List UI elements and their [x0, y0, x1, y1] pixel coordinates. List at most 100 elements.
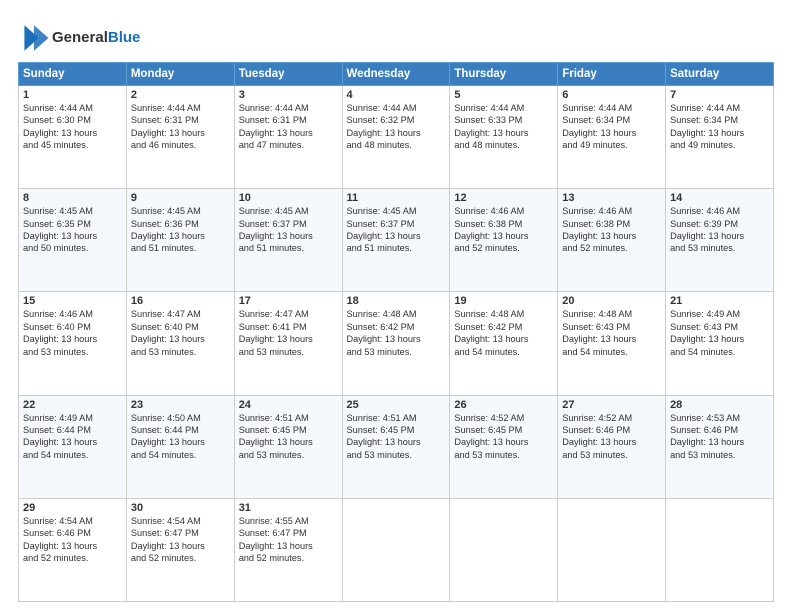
logo-text: GeneralBlue — [52, 30, 140, 47]
calendar-cell: 30Sunrise: 4:54 AMSunset: 6:47 PMDayligh… — [126, 498, 234, 601]
cell-info-line: Sunrise: 4:48 AM — [347, 308, 446, 320]
cell-info-line: and 53 minutes. — [239, 346, 338, 358]
day-number: 12 — [454, 192, 553, 204]
day-number: 24 — [239, 399, 338, 411]
calendar-cell: 8Sunrise: 4:45 AMSunset: 6:35 PMDaylight… — [19, 189, 127, 292]
column-header-sunday: Sunday — [19, 63, 127, 86]
calendar-cell: 21Sunrise: 4:49 AMSunset: 6:43 PMDayligh… — [666, 292, 774, 395]
cell-info-line: Daylight: 13 hours — [131, 540, 230, 552]
cell-info-line: Daylight: 13 hours — [454, 333, 553, 345]
cell-info-line: Sunrise: 4:49 AM — [670, 308, 769, 320]
cell-info-line: Sunset: 6:47 PM — [239, 527, 338, 539]
column-header-wednesday: Wednesday — [342, 63, 450, 86]
cell-info-line: and 53 minutes. — [347, 449, 446, 461]
page: GeneralBlue SundayMondayTuesdayWednesday… — [0, 0, 792, 612]
day-number: 26 — [454, 399, 553, 411]
calendar-cell: 4Sunrise: 4:44 AMSunset: 6:32 PMDaylight… — [342, 86, 450, 189]
cell-info-line: and 54 minutes. — [670, 346, 769, 358]
cell-info-line: Sunset: 6:45 PM — [347, 424, 446, 436]
day-number: 3 — [239, 89, 338, 101]
calendar-cell: 22Sunrise: 4:49 AMSunset: 6:44 PMDayligh… — [19, 395, 127, 498]
cell-info-line: and 54 minutes. — [562, 346, 661, 358]
cell-info-line: Daylight: 13 hours — [23, 436, 122, 448]
cell-info-line: Sunset: 6:37 PM — [239, 218, 338, 230]
header: GeneralBlue — [18, 18, 774, 54]
day-number: 17 — [239, 295, 338, 307]
cell-info-line: Sunrise: 4:46 AM — [670, 205, 769, 217]
cell-info-line: Daylight: 13 hours — [347, 127, 446, 139]
cell-info-line: and 52 minutes. — [454, 242, 553, 254]
cell-info-line: Sunset: 6:31 PM — [131, 114, 230, 126]
cell-info-line: Sunrise: 4:46 AM — [454, 205, 553, 217]
cell-info-line: Daylight: 13 hours — [347, 230, 446, 242]
cell-info-line: and 48 minutes. — [347, 139, 446, 151]
cell-info-line: and 45 minutes. — [23, 139, 122, 151]
cell-info-line: Sunrise: 4:52 AM — [562, 412, 661, 424]
calendar-cell: 28Sunrise: 4:53 AMSunset: 6:46 PMDayligh… — [666, 395, 774, 498]
cell-info-line: Sunrise: 4:53 AM — [670, 412, 769, 424]
cell-info-line: Daylight: 13 hours — [131, 230, 230, 242]
calendar-week-4: 22Sunrise: 4:49 AMSunset: 6:44 PMDayligh… — [19, 395, 774, 498]
calendar-cell: 19Sunrise: 4:48 AMSunset: 6:42 PMDayligh… — [450, 292, 558, 395]
calendar-cell: 25Sunrise: 4:51 AMSunset: 6:45 PMDayligh… — [342, 395, 450, 498]
day-number: 21 — [670, 295, 769, 307]
cell-info-line: Sunrise: 4:52 AM — [454, 412, 553, 424]
day-number: 18 — [347, 295, 446, 307]
cell-info-line: and 52 minutes. — [131, 552, 230, 564]
calendar-cell: 18Sunrise: 4:48 AMSunset: 6:42 PMDayligh… — [342, 292, 450, 395]
day-number: 16 — [131, 295, 230, 307]
cell-info-line: and 53 minutes. — [670, 242, 769, 254]
day-number: 9 — [131, 192, 230, 204]
cell-info-line: Sunrise: 4:44 AM — [239, 102, 338, 114]
cell-info-line: and 51 minutes. — [131, 242, 230, 254]
cell-info-line: Sunset: 6:31 PM — [239, 114, 338, 126]
logo-icon — [18, 22, 50, 54]
cell-info-line: Sunrise: 4:46 AM — [562, 205, 661, 217]
cell-info-line: Sunrise: 4:54 AM — [23, 515, 122, 527]
cell-info-line: Sunrise: 4:44 AM — [670, 102, 769, 114]
day-number: 31 — [239, 502, 338, 514]
calendar-cell: 1Sunrise: 4:44 AMSunset: 6:30 PMDaylight… — [19, 86, 127, 189]
day-number: 28 — [670, 399, 769, 411]
cell-info-line: and 54 minutes. — [454, 346, 553, 358]
cell-info-line: Sunset: 6:33 PM — [454, 114, 553, 126]
cell-info-line: and 52 minutes. — [239, 552, 338, 564]
cell-info-line: Sunset: 6:43 PM — [562, 321, 661, 333]
cell-info-line: Sunrise: 4:45 AM — [239, 205, 338, 217]
cell-info-line: and 50 minutes. — [23, 242, 122, 254]
cell-info-line: and 48 minutes. — [454, 139, 553, 151]
calendar-cell: 10Sunrise: 4:45 AMSunset: 6:37 PMDayligh… — [234, 189, 342, 292]
day-number: 30 — [131, 502, 230, 514]
calendar-cell: 5Sunrise: 4:44 AMSunset: 6:33 PMDaylight… — [450, 86, 558, 189]
cell-info-line: and 49 minutes. — [670, 139, 769, 151]
calendar-week-1: 1Sunrise: 4:44 AMSunset: 6:30 PMDaylight… — [19, 86, 774, 189]
cell-info-line: Daylight: 13 hours — [239, 230, 338, 242]
column-header-saturday: Saturday — [666, 63, 774, 86]
cell-info-line: Sunset: 6:41 PM — [239, 321, 338, 333]
day-number: 2 — [131, 89, 230, 101]
cell-info-line: Daylight: 13 hours — [670, 436, 769, 448]
day-number: 29 — [23, 502, 122, 514]
calendar-cell: 6Sunrise: 4:44 AMSunset: 6:34 PMDaylight… — [558, 86, 666, 189]
calendar-cell: 9Sunrise: 4:45 AMSunset: 6:36 PMDaylight… — [126, 189, 234, 292]
cell-info-line: Sunset: 6:40 PM — [131, 321, 230, 333]
calendar-cell: 29Sunrise: 4:54 AMSunset: 6:46 PMDayligh… — [19, 498, 127, 601]
calendar-cell: 31Sunrise: 4:55 AMSunset: 6:47 PMDayligh… — [234, 498, 342, 601]
calendar-cell — [666, 498, 774, 601]
calendar-cell — [450, 498, 558, 601]
cell-info-line: Sunset: 6:35 PM — [23, 218, 122, 230]
column-header-monday: Monday — [126, 63, 234, 86]
day-number: 22 — [23, 399, 122, 411]
cell-info-line: and 51 minutes. — [347, 242, 446, 254]
cell-info-line: and 53 minutes. — [23, 346, 122, 358]
calendar-cell: 13Sunrise: 4:46 AMSunset: 6:38 PMDayligh… — [558, 189, 666, 292]
cell-info-line: Daylight: 13 hours — [562, 333, 661, 345]
cell-info-line: Sunrise: 4:44 AM — [562, 102, 661, 114]
calendar-cell: 11Sunrise: 4:45 AMSunset: 6:37 PMDayligh… — [342, 189, 450, 292]
column-header-thursday: Thursday — [450, 63, 558, 86]
cell-info-line: and 53 minutes. — [670, 449, 769, 461]
cell-info-line: Sunrise: 4:48 AM — [562, 308, 661, 320]
cell-info-line: Daylight: 13 hours — [670, 333, 769, 345]
calendar-cell: 2Sunrise: 4:44 AMSunset: 6:31 PMDaylight… — [126, 86, 234, 189]
cell-info-line: Daylight: 13 hours — [454, 127, 553, 139]
